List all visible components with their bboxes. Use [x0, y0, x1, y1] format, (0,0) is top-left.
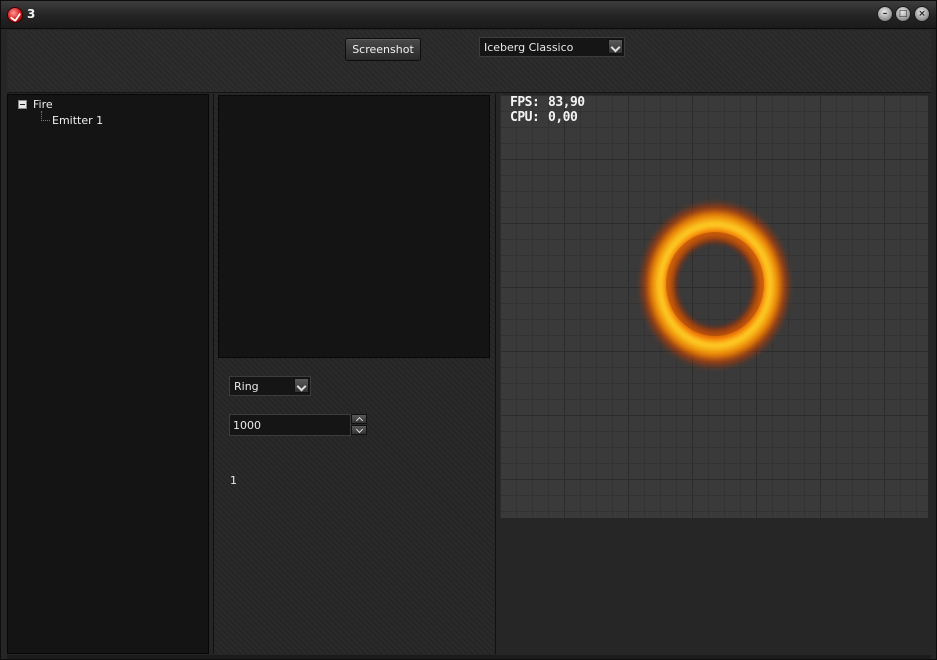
cpu-label: CPU:: [510, 110, 540, 125]
app-logo-icon[interactable]: [7, 7, 23, 23]
collapse-icon[interactable]: [18, 100, 27, 109]
stats-overlay: FPS: 83,90 CPU: 0,00: [510, 95, 585, 125]
maximize-button[interactable]: □: [895, 6, 911, 22]
chevron-up-icon[interactable]: [351, 414, 367, 424]
close-icon: ×: [918, 9, 926, 19]
theme-select[interactable]: Iceberg Classico: [479, 37, 625, 57]
shape-select[interactable]: Ring: [229, 376, 311, 396]
texture-preview: [218, 95, 490, 358]
maximize-icon: □: [898, 9, 908, 19]
fps-label: FPS:: [510, 95, 540, 110]
particle-count-spinbox: [229, 414, 367, 436]
window-title: 3: [27, 7, 36, 21]
chevron-down-icon[interactable]: [351, 425, 367, 435]
properties-panel: Ring 1: [213, 94, 494, 654]
shape-select-value: Ring: [234, 380, 259, 393]
status-bar: [7, 655, 931, 659]
tree-item-emitter-1[interactable]: Emitter 1: [52, 114, 103, 127]
title-bar[interactable]: 3 – □ ×: [1, 1, 936, 29]
chevron-down-icon[interactable]: [294, 378, 309, 393]
main-window: 3 – □ × Screenshot Iceberg Classico Fire…: [0, 0, 937, 660]
close-button[interactable]: ×: [914, 6, 930, 22]
particle-count-input[interactable]: [229, 414, 351, 436]
tree-connector: [41, 111, 50, 121]
cpu-value: 0,00: [548, 110, 578, 125]
emitter-tree: Fire Emitter 1: [7, 94, 209, 654]
chevron-down-icon[interactable]: [608, 39, 623, 54]
viewport-panel: FPS: 83,90 CPU: 0,00: [495, 94, 931, 654]
fire-ring-particles: [638, 200, 792, 370]
toolbar: Screenshot Iceberg Classico: [7, 30, 931, 93]
screenshot-button[interactable]: Screenshot: [345, 38, 421, 61]
minimize-button[interactable]: –: [877, 6, 893, 22]
theme-select-value: Iceberg Classico: [484, 41, 574, 54]
fps-value: 83,90: [548, 95, 585, 110]
fire-ring-core: [666, 232, 764, 336]
tree-item-fire[interactable]: Fire: [33, 98, 53, 111]
render-viewport[interactable]: FPS: 83,90 CPU: 0,00: [500, 95, 928, 518]
minimize-icon: –: [882, 9, 888, 19]
emitter-count-label: 1: [230, 474, 237, 487]
